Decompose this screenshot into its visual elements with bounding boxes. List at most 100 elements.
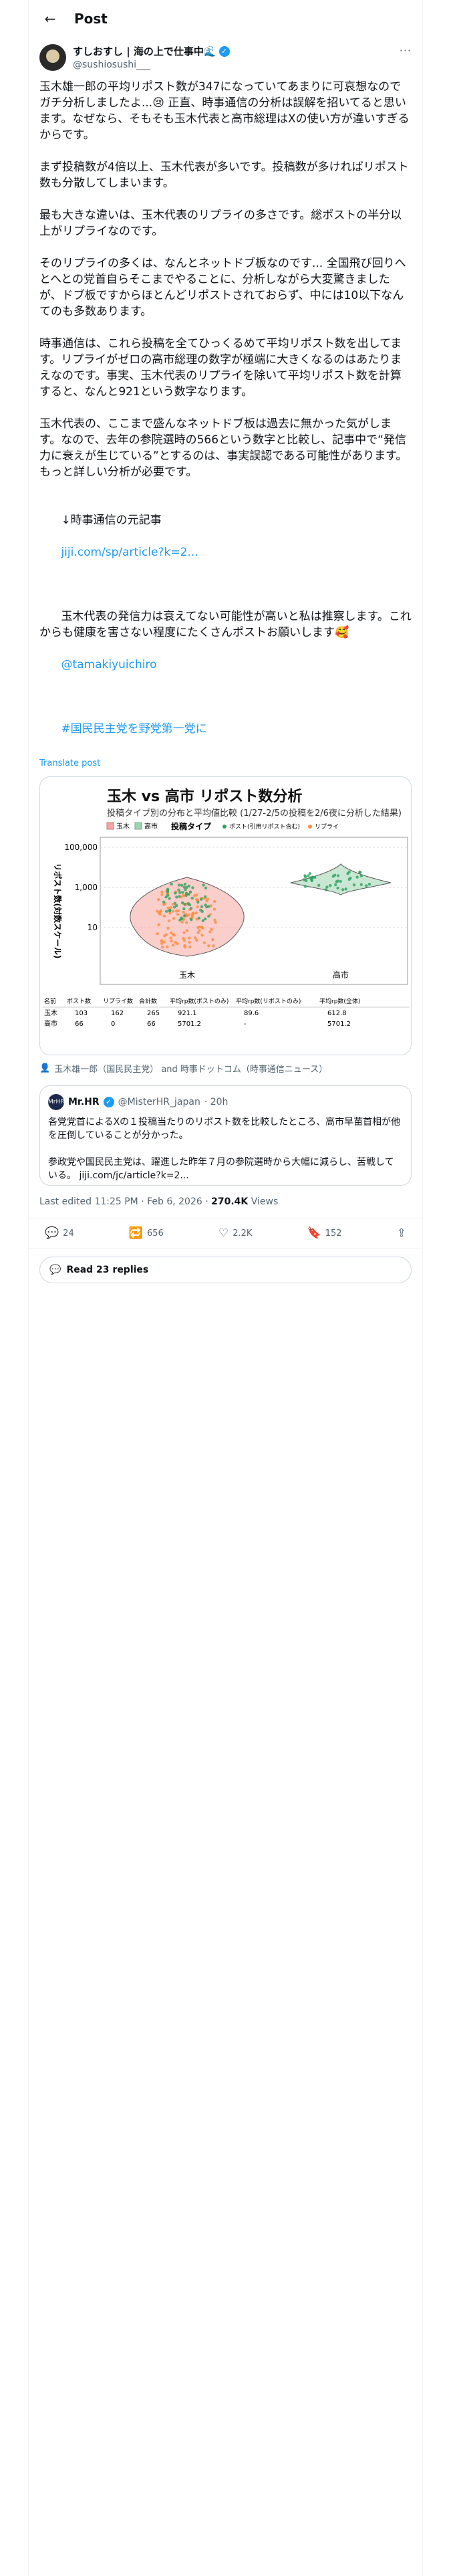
share-button[interactable]: ⇪	[397, 1226, 406, 1240]
post-point	[185, 885, 188, 889]
article-link[interactable]: jiji.com/sp/article?k=2...	[61, 546, 198, 559]
table-header: 合計数	[139, 997, 157, 1005]
avatar[interactable]	[39, 44, 66, 71]
post-point	[367, 883, 371, 886]
table-cell: 66	[147, 1021, 156, 1028]
media-source-text: 玉木雄一郎（国民民主党） and 時事ドットコム（時事通信ニュース）	[54, 1065, 328, 1075]
post-point	[334, 883, 337, 887]
legend-label: リプライ	[315, 823, 339, 831]
media-source[interactable]: 👤 玉木雄一郎（国民民主党） and 時事ドットコム（時事通信ニュース）	[29, 1055, 422, 1081]
post-point	[303, 885, 307, 888]
post-point	[308, 872, 312, 875]
legend-marker-post	[222, 825, 227, 829]
post-paragraph: そのリプライの多くは、なんとネットドブ板なのです... 全国飛び回りへとへとの党…	[39, 257, 406, 318]
top-bar: ← Post	[29, 0, 422, 37]
reply-point	[200, 934, 204, 937]
reply-point	[184, 921, 188, 924]
post-paragraph: 玉木代表の、ここまで盛んなネットドブ板は過去に無かった気がします。なので、去年の…	[39, 417, 408, 479]
quote-text: 各党党首によるXの１投稿当たりのリポスト数を比較したところ、高市早苗首相が他を圧…	[48, 1117, 401, 1181]
translate-post-link[interactable]: Translate post	[29, 758, 422, 768]
post-point	[170, 883, 173, 886]
reply-point	[193, 894, 196, 897]
post-point	[196, 900, 200, 904]
bookmark-icon: 🔖	[307, 1226, 321, 1240]
post-point	[188, 890, 192, 893]
reply-icon: 💬	[45, 1226, 59, 1240]
reply-point	[185, 929, 188, 932]
y-tick-label: 100,000	[64, 843, 98, 852]
x-tick-label: 高市	[333, 970, 349, 980]
y-axis-label: リポスト数(対数スケール)	[53, 863, 63, 959]
chart-image[interactable]: 玉木 vs 高市 リポスト数分析 投稿タイプ別の分布と平均値比較 (1/27-2…	[39, 776, 412, 1055]
repost-button[interactable]: 🔁 656	[129, 1226, 164, 1240]
post-point	[166, 890, 170, 893]
reply-point	[162, 940, 166, 944]
reply-point	[211, 938, 214, 942]
post-point	[359, 874, 363, 877]
legend-swatch-tamaki	[106, 822, 114, 830]
table-header: ポスト数	[67, 997, 91, 1005]
reply-point	[205, 899, 208, 903]
table-cell: 66	[75, 1021, 84, 1028]
table-cell: 612.8	[327, 1010, 347, 1017]
verified-badge-icon: ✓	[218, 45, 230, 57]
reply-button[interactable]: 💬 24	[45, 1226, 74, 1240]
post-point	[207, 914, 210, 918]
reply-point	[171, 944, 175, 947]
reply-point	[166, 926, 170, 930]
closing-text: 玉木代表の発信力は衰えてない可能性が高いと私は推察します。これからも健康を害さな…	[39, 610, 412, 639]
quoted-post[interactable]: MrHR Mr.HR ✓ @MisterHR_japan · 20h 各党党首に…	[39, 1085, 412, 1186]
post-point	[359, 871, 362, 874]
quote-avatar: MrHR	[48, 1094, 65, 1110]
post-point	[336, 886, 339, 890]
quote-time: · 20h	[204, 1097, 229, 1107]
reply-point	[198, 926, 202, 929]
post-point	[341, 888, 345, 891]
post-point	[305, 879, 308, 883]
reply-point	[198, 929, 201, 932]
table-cell: 0	[111, 1021, 115, 1028]
post-meta: Last edited 11:25 PM · Feb 6, 2026 · 270…	[29, 1186, 422, 1218]
bookmark-button[interactable]: 🔖 152	[307, 1226, 342, 1240]
reply-point	[160, 939, 164, 943]
table-cell: 高市	[44, 1019, 57, 1028]
more-options-icon[interactable]: ···	[400, 44, 412, 57]
legend-label: ポスト(引用リポスト含む)	[229, 823, 300, 831]
reference-label: ↓時事通信の元記事	[61, 514, 162, 527]
x-tick-label: 玉木	[179, 970, 195, 980]
post-point	[173, 901, 177, 905]
reply-point	[182, 910, 185, 914]
reply-point	[160, 946, 164, 949]
legend-label: 玉木	[116, 823, 130, 831]
post-point	[204, 886, 208, 889]
author-name-row[interactable]: すしおすし | 海の上で仕事中🌊 ✓	[73, 44, 400, 58]
author-display-name[interactable]: すしおすし | 海の上で仕事中🌊	[73, 44, 216, 58]
person-icon: 👤	[39, 1063, 51, 1073]
reply-point	[182, 931, 186, 934]
post-point	[178, 918, 182, 922]
legend-marker-reply	[308, 825, 312, 829]
reply-point	[156, 932, 159, 936]
bookmark-count: 152	[325, 1228, 342, 1239]
like-button[interactable]: ♡ 2.2K	[218, 1226, 252, 1240]
post-point	[174, 891, 177, 895]
chart-table: 名前 ポスト数 リプライ数 合計数 平均rp数(ポストのみ) 平均rp数(リポストのみ) 平…	[43, 997, 410, 1028]
post-point	[166, 887, 170, 891]
edited-timestamp[interactable]: Last edited 11:25 PM · Feb 6, 2026 ·	[39, 1196, 211, 1207]
reply-point	[160, 893, 164, 896]
chart-subtitle: 投稿タイプ別の分布と平均値比較 (1/27-2/5の投稿を2/6夜に分析した結果…	[107, 808, 402, 819]
reply-point	[182, 893, 185, 897]
post-point	[335, 880, 338, 883]
read-replies-button[interactable]: 💬 Read 23 replies	[39, 1257, 412, 1283]
post-point	[177, 888, 180, 891]
post-point	[178, 895, 181, 898]
post-point	[190, 918, 193, 922]
post-point	[200, 905, 204, 908]
back-arrow-icon[interactable]: ←	[39, 8, 61, 29]
mention-link[interactable]: @tamakiyuichiro	[61, 658, 156, 671]
hashtag-link[interactable]: #国民民主党を野党第一党に	[61, 722, 206, 736]
author-handle[interactable]: @sushiosushi___	[73, 60, 400, 70]
post-point	[182, 907, 186, 911]
post-point	[313, 875, 317, 879]
post-point	[344, 887, 347, 891]
